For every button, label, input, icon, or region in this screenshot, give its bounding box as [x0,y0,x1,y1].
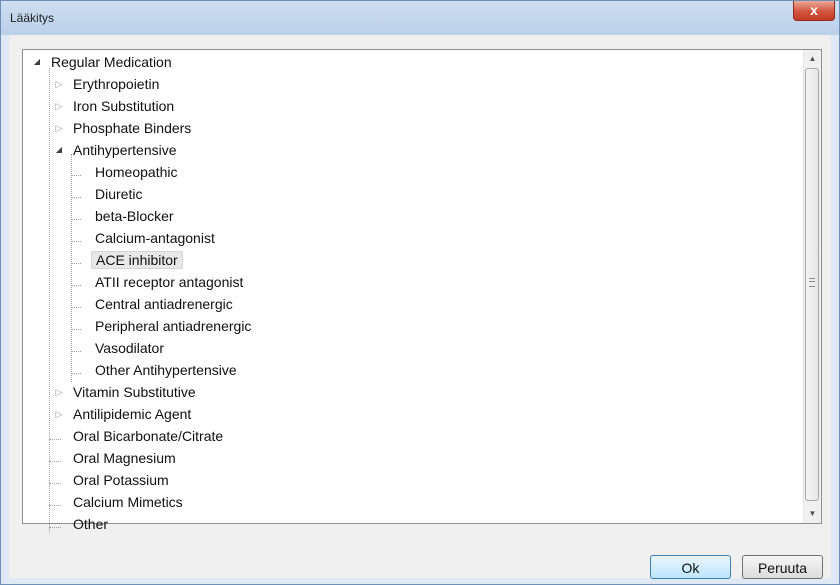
tree-node-atii-receptor-antagonist[interactable]: ATII receptor antagonist [93,272,245,292]
tree-node-label: beta-Blocker [95,208,174,224]
collapsed-triangle-icon[interactable]: ▷ [54,96,64,116]
expanded-triangle-icon[interactable]: ◢ [54,140,64,160]
tree-node-label: Calcium Mimetics [73,494,183,510]
tree-node-label: Vasodilator [95,340,165,356]
tree-node-calcium-antagonist[interactable]: Calcium-antagonist [93,228,217,248]
tree-line [71,219,81,220]
tree-node-label: Iron Substitution [73,98,175,114]
tree-node-label: Homeopathic [95,164,178,180]
tree-line [49,461,61,462]
tree-node-oral-potassium[interactable]: Oral Potassium [71,470,171,490]
tree-node-label: Vitamin Substitutive [73,384,196,400]
tree-line [49,483,61,484]
tree-line [71,154,72,382]
collapsed-triangle-icon[interactable]: ▷ [54,382,64,402]
tree-line [71,351,81,352]
window-title: Lääkitys [10,11,55,25]
tree-node-other[interactable]: Other [71,514,110,534]
vertical-scrollbar[interactable]: ▲ ▼ [803,50,821,523]
tree-line [49,505,61,506]
tree-list: ◢ Regular Medication ▷ Erythropoietin ▷ … [23,50,803,533]
tree-node-other-antihypertensive[interactable]: Other Antihypertensive [93,360,239,380]
tree-node-label: Oral Bicarbonate/Citrate [73,428,224,444]
tree-node-erythropoietin[interactable]: Erythropoietin [71,74,161,94]
tree-line [49,439,61,440]
tree-node-oral-magnesium[interactable]: Oral Magnesium [71,448,178,468]
dialog-window: Lääkitys x ◢ Regular Medication ▷ Erythr… [0,0,840,585]
tree-node-label: Erythropoietin [73,76,160,92]
dialog-client-area: ◢ Regular Medication ▷ Erythropoietin ▷ … [9,35,831,579]
tree-node-label: ACE inhibitor [91,251,183,269]
title-bar[interactable]: Lääkitys x [1,1,839,35]
tree-node-label: Central antiadrenergic [95,296,233,312]
tree-node-homeopathic[interactable]: Homeopathic [93,162,180,182]
chevron-up-icon[interactable]: ▲ [804,50,821,67]
collapsed-triangle-icon[interactable]: ▷ [54,118,64,138]
chevron-down-icon[interactable]: ▼ [804,505,821,522]
tree-node-regular-medication[interactable]: Regular Medication [49,52,174,72]
tree-node-calcium-mimetics[interactable]: Calcium Mimetics [71,492,185,512]
tree-node-label: Phosphate Binders [73,120,192,136]
grip-icon [809,278,815,287]
tree-node-label: Oral Magnesium [73,450,176,466]
tree-node-antihypertensive[interactable]: Antihypertensive [71,140,179,160]
medication-tree: ◢ Regular Medication ▷ Erythropoietin ▷ … [22,49,822,533]
expanded-triangle-icon[interactable]: ◢ [32,52,42,72]
close-icon: x [810,2,818,18]
tree-node-antilipidemic-agent[interactable]: Antilipidemic Agent [71,404,193,424]
tree-node-iron-substitution[interactable]: Iron Substitution [71,96,176,116]
tree-line [71,307,81,308]
tree-node-label: Other [73,516,109,532]
tree-line [49,527,61,528]
tree-node-label: Calcium-antagonist [95,230,215,246]
tree-line [71,373,81,374]
tree-node-peripheral-antiadrenergic[interactable]: Peripheral antiadrenergic [93,316,253,336]
ok-button[interactable]: Ok [650,555,731,579]
tree-node-vitamin-substitutive[interactable]: Vitamin Substitutive [71,382,198,402]
tree-node-label: Diuretic [95,186,143,202]
tree-node-oral-bicarbonate-citrate[interactable]: Oral Bicarbonate/Citrate [71,426,225,446]
tree-node-label: Regular Medication [51,54,172,70]
tree-line [71,263,81,264]
tree-node-beta-blocker[interactable]: beta-Blocker [93,206,176,226]
collapsed-triangle-icon[interactable]: ▷ [54,404,64,424]
tree-line [71,241,81,242]
close-button[interactable]: x [793,1,835,21]
tree-node-central-antiadrenergic[interactable]: Central antiadrenergic [93,294,235,314]
tree-node-label: Peripheral antiadrenergic [95,318,252,334]
tree-line [71,175,81,176]
tree-line [71,329,81,330]
collapsed-triangle-icon[interactable]: ▷ [54,74,64,94]
tree-node-diuretic[interactable]: Diuretic [93,184,144,204]
tree-node-label: Other Antihypertensive [95,362,237,378]
tree-node-phosphate-binders[interactable]: Phosphate Binders [71,118,193,138]
scrollbar-thumb[interactable] [805,68,819,501]
tree-node-label: ATII receptor antagonist [95,274,244,290]
tree-node-ace-inhibitor[interactable]: ACE inhibitor [91,250,183,270]
tree-line [71,285,81,286]
cancel-button[interactable]: Peruuta [742,555,823,579]
tree-node-label: Antihypertensive [73,142,177,158]
tree-node-label: Oral Potassium [73,472,169,488]
tree-line [71,197,81,198]
tree-node-vasodilator[interactable]: Vasodilator [93,338,166,358]
tree-node-label: Antilipidemic Agent [73,406,192,422]
tree-line [49,68,50,533]
